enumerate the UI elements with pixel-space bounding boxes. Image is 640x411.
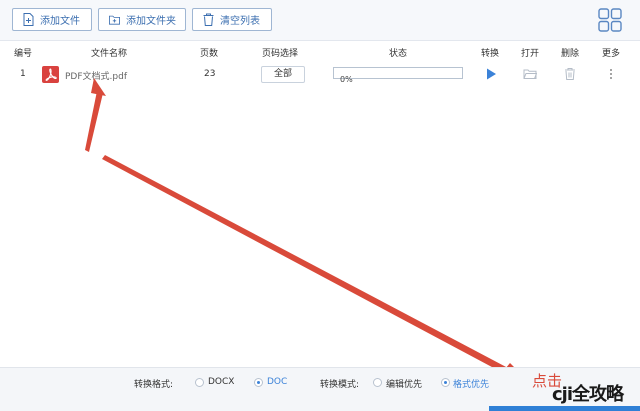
row-index: 1 (20, 69, 26, 79)
table-header: 编号 文件名称 页数 页码选择 状态 转换 打开 删除 更多 (0, 42, 640, 60)
grid-view-icon[interactable] (598, 8, 622, 32)
clear-list-label: 清空列表 (220, 16, 260, 27)
header-status: 状态 (389, 49, 408, 59)
header-delete: 删除 (561, 49, 580, 59)
row-filename: PDF文档式.pdf (65, 72, 127, 82)
header-filename: 文件名称 (91, 49, 128, 59)
annotation-arrow-diagonal (102, 155, 508, 374)
toolbar: 添加文件 添加文件夹 清空列表 (0, 0, 640, 41)
format-option-doc[interactable]: DOC (267, 377, 287, 387)
format-radio-doc[interactable] (254, 378, 263, 387)
annotation-arrow-up (85, 91, 103, 152)
play-icon[interactable] (484, 67, 498, 81)
mode-radio-format-first[interactable] (441, 378, 450, 387)
add-file-label: 添加文件 (40, 16, 80, 27)
mode-radio-edit-first[interactable] (373, 378, 382, 387)
convert-button[interactable] (489, 406, 640, 411)
progress-text: 0% (340, 75, 353, 84)
format-radio-docx[interactable] (195, 378, 204, 387)
table-row[interactable]: 1 PDF文档式.pdf 23 全部 0% (0, 62, 640, 86)
mode-label: 转换模式: (320, 380, 360, 390)
header-more: 更多 (602, 49, 621, 59)
format-label: 转换格式: (134, 380, 174, 390)
header-open: 打开 (521, 49, 540, 59)
more-options-icon[interactable] (604, 67, 618, 81)
add-file-icon (23, 13, 34, 26)
add-folder-button[interactable]: 添加文件夹 (98, 8, 186, 31)
header-index: 编号 (14, 49, 33, 59)
row-pages: 23 (204, 69, 216, 79)
progress-bar: 0% (333, 67, 463, 84)
mode-option-edit-first[interactable]: 编辑优先 (386, 377, 422, 390)
header-page-select: 页码选择 (262, 49, 299, 59)
page-select-button[interactable]: 全部 (261, 66, 305, 83)
pdf-file-icon (42, 66, 59, 83)
folder-open-icon[interactable] (523, 67, 537, 81)
clear-list-button[interactable]: 清空列表 (192, 8, 272, 31)
header-pages: 页数 (200, 49, 219, 59)
mode-option-format-first[interactable]: 格式优先 (453, 377, 489, 390)
add-folder-label: 添加文件夹 (126, 16, 176, 27)
format-option-docx[interactable]: DOCX (208, 377, 234, 387)
add-folder-icon (109, 15, 120, 25)
add-file-button[interactable]: 添加文件 (12, 8, 92, 31)
watermark: cji全攻略 (552, 384, 624, 405)
header-convert: 转换 (481, 49, 500, 59)
trash-icon (203, 13, 214, 26)
delete-icon[interactable] (563, 67, 577, 81)
